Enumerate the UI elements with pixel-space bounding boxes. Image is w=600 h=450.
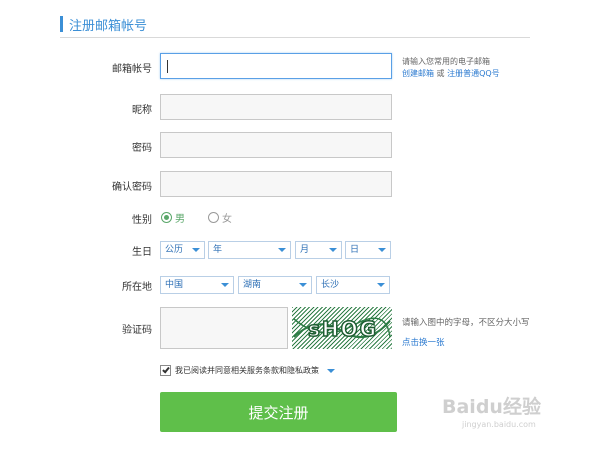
or-text: 或 <box>436 69 445 78</box>
birth-day-select[interactable]: 日 <box>345 241 391 259</box>
confirm-password-field[interactable] <box>161 172 391 196</box>
captcha-image[interactable]: sHOG <box>292 307 392 349</box>
accent-bar <box>60 16 63 32</box>
agreement-checkbox[interactable] <box>160 365 171 376</box>
chevron-down-icon <box>329 248 337 252</box>
submit-register-button[interactable]: 提交注册 <box>160 392 397 432</box>
captcha-hint: 请输入图中的字母，不区分大小写 <box>402 318 530 328</box>
watermark-brand: Baidu经验 <box>442 396 541 418</box>
section-header: 注册邮箱帐号 <box>60 12 530 38</box>
birth-month-select[interactable]: 月 <box>295 241 342 259</box>
calendar-type-value: 公历 <box>165 245 184 255</box>
email-label: 邮箱帐号 <box>112 64 152 75</box>
birth-year-select[interactable]: 年 <box>208 241 291 259</box>
chevron-down-icon <box>192 248 200 252</box>
birth-month-value: 月 <box>300 245 310 255</box>
province-value: 湖南 <box>243 280 262 290</box>
chevron-down-icon <box>221 283 229 287</box>
register-qq-link[interactable]: 注册普通QQ号 <box>447 69 500 78</box>
chevron-down-icon <box>299 283 307 287</box>
captcha-label: 验证码 <box>122 325 152 336</box>
refresh-captcha-link[interactable]: 点击换一张 <box>402 336 445 348</box>
calendar-type-select[interactable]: 公历 <box>160 241 205 259</box>
birth-year-value: 年 <box>213 245 223 255</box>
agreement-text[interactable]: 我已阅读并同意相关服务条款和隐私政策 <box>175 365 319 376</box>
confirm-password-label: 确认密码 <box>112 182 152 193</box>
gender-male-radio[interactable]: 男 <box>161 210 185 225</box>
email-field[interactable] <box>161 54 391 78</box>
province-select[interactable]: 湖南 <box>238 276 312 294</box>
chevron-down-icon <box>377 283 385 287</box>
captcha-text: sHOG <box>308 317 378 341</box>
chevron-down-icon <box>378 248 386 252</box>
gender-female-radio[interactable]: 女 <box>208 210 232 225</box>
captcha-input-box[interactable] <box>160 307 288 349</box>
radio-selected-icon <box>161 212 172 223</box>
radio-unselected-icon <box>208 212 219 223</box>
nickname-field[interactable] <box>161 95 391 119</box>
confirm-password-field-box[interactable] <box>160 171 392 197</box>
nickname-label: 昵称 <box>132 105 152 116</box>
country-select[interactable]: 中国 <box>160 276 234 294</box>
country-value: 中国 <box>165 280 184 290</box>
baidu-jingyan-watermark: Baidu经验 jingyan.baidu.com <box>442 392 592 438</box>
city-select[interactable]: 长沙 <box>316 276 390 294</box>
gender-female-label: 女 <box>222 214 232 225</box>
captcha-image-art: sHOG <box>293 316 391 342</box>
watermark-url: jingyan.baidu.com <box>462 420 536 429</box>
section-title: 注册邮箱帐号 <box>69 19 148 34</box>
chevron-down-icon <box>278 248 286 252</box>
password-field-box[interactable] <box>160 132 392 158</box>
checkmark-icon <box>162 365 170 374</box>
birthday-label: 生日 <box>132 247 152 258</box>
captcha-input[interactable] <box>161 308 287 348</box>
text-caret <box>167 60 168 73</box>
gender-label: 性别 <box>132 215 152 226</box>
gender-male-label: 男 <box>175 214 185 225</box>
city-value: 长沙 <box>321 280 340 290</box>
nickname-field-box[interactable] <box>160 94 392 120</box>
birth-day-value: 日 <box>350 245 360 255</box>
email-hint: 请输入您常用的电子邮箱 <box>402 57 490 66</box>
agreement-row: 我已阅读并同意相关服务条款和隐私政策 <box>160 365 335 376</box>
create-mailbox-link[interactable]: 创建邮箱 <box>402 69 434 78</box>
password-field[interactable] <box>161 133 391 157</box>
chevron-down-icon[interactable] <box>327 368 335 373</box>
password-label: 密码 <box>132 143 152 154</box>
email-hint-links: 创建邮箱 或 注册普通QQ号 <box>402 68 500 79</box>
email-field-box[interactable] <box>160 53 392 79</box>
location-label: 所在地 <box>122 282 152 293</box>
